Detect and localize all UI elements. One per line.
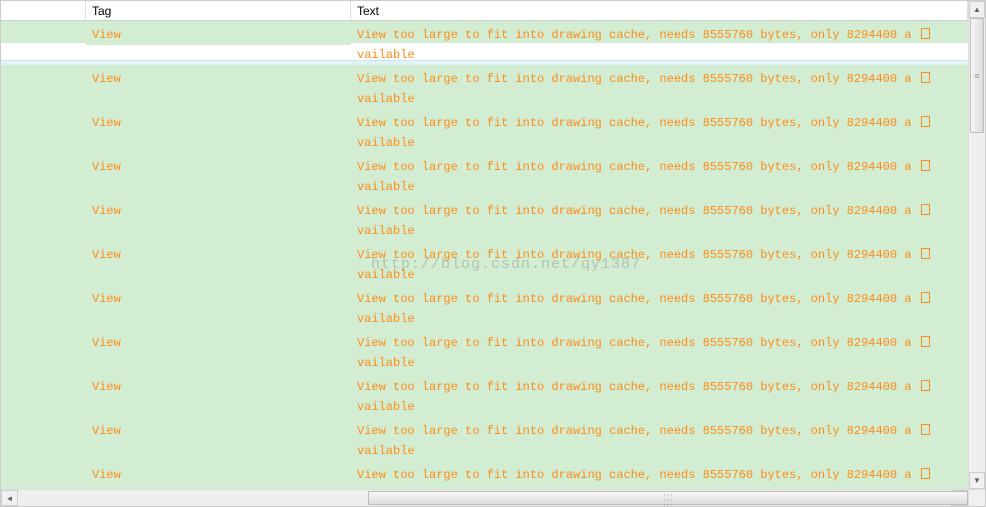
scrollbar-corner	[968, 490, 985, 506]
cell-spacer	[1, 461, 86, 489]
log-table-panel: Tag Text ViewView too large to fit into …	[0, 0, 986, 507]
cell-spacer	[1, 153, 86, 197]
unknown-glyph-icon	[921, 380, 930, 391]
cell-text: View too large to fit into drawing cache…	[351, 21, 968, 65]
unknown-glyph-icon	[921, 248, 930, 259]
cell-text: View too large to fit into drawing cache…	[351, 241, 968, 285]
cell-tag: View	[86, 329, 351, 373]
cell-spacer	[1, 21, 86, 25]
cell-text: View too large to fit into drawing cache…	[351, 285, 968, 329]
table-row[interactable]: ViewView too large to fit into drawing c…	[1, 65, 968, 109]
vertical-scrollbar[interactable]: ▲ ▼	[968, 1, 985, 489]
table-header-row: Tag Text	[1, 1, 968, 21]
column-header-text[interactable]: Text	[351, 1, 968, 20]
unknown-glyph-icon	[921, 204, 930, 215]
cell-tag: View	[86, 461, 351, 489]
cell-tag: View	[86, 285, 351, 329]
horizontal-scrollbar[interactable]: ◄ ►	[1, 489, 985, 506]
cell-text: View too large to fit into drawing cache…	[351, 329, 968, 373]
table-row[interactable]: ViewView too large to fit into drawing c…	[1, 197, 968, 241]
viewport: Tag Text ViewView too large to fit into …	[1, 1, 985, 489]
cell-spacer	[1, 373, 86, 417]
table-body: ViewView too large to fit into drawing c…	[1, 21, 968, 489]
unknown-glyph-icon	[921, 72, 930, 83]
column-header-spacer[interactable]	[1, 1, 86, 20]
cell-text: View too large to fit into drawing cache…	[351, 461, 968, 489]
scroll-down-button[interactable]: ▼	[969, 472, 985, 489]
table-row[interactable]: ViewView too large to fit into drawing c…	[1, 241, 968, 285]
scroll-left-button[interactable]: ◄	[1, 490, 18, 506]
table-row[interactable]: ViewView too large to fit into drawing c…	[1, 461, 968, 489]
vertical-scroll-track[interactable]	[969, 18, 985, 472]
cell-spacer	[1, 329, 86, 373]
column-header-tag[interactable]: Tag	[86, 1, 351, 20]
unknown-glyph-icon	[921, 160, 930, 171]
cell-text: View too large to fit into drawing cache…	[351, 109, 968, 153]
vertical-scroll-thumb[interactable]	[970, 18, 984, 133]
table-row[interactable]: ViewView too large to fit into drawing c…	[1, 373, 968, 417]
cell-spacer	[1, 241, 86, 285]
cell-tag: View	[86, 21, 351, 45]
cell-spacer	[1, 65, 86, 109]
cell-tag: View	[86, 153, 351, 197]
unknown-glyph-icon	[921, 424, 930, 435]
unknown-glyph-icon	[921, 336, 930, 347]
cell-tag: View	[86, 109, 351, 153]
cell-tag: View	[86, 417, 351, 461]
horizontal-scroll-track[interactable]	[18, 490, 951, 506]
scroll-up-button[interactable]: ▲	[969, 1, 985, 18]
cell-spacer	[1, 109, 86, 153]
table-area: Tag Text ViewView too large to fit into …	[1, 1, 968, 489]
table-row[interactable]: ViewView too large to fit into drawing c…	[1, 417, 968, 461]
cell-spacer	[1, 285, 86, 329]
unknown-glyph-icon	[921, 116, 930, 127]
cell-text: View too large to fit into drawing cache…	[351, 373, 968, 417]
table-row[interactable]: ViewView too large to fit into drawing c…	[1, 21, 968, 65]
horizontal-scroll-thumb[interactable]	[368, 491, 968, 505]
cell-text: View too large to fit into drawing cache…	[351, 65, 968, 109]
cell-tag: View	[86, 65, 351, 109]
cell-text: View too large to fit into drawing cache…	[351, 153, 968, 197]
cell-tag: View	[86, 373, 351, 417]
table-row[interactable]: ViewView too large to fit into drawing c…	[1, 329, 968, 373]
cell-tag: View	[86, 197, 351, 241]
cell-text: View too large to fit into drawing cache…	[351, 197, 968, 241]
cell-spacer	[1, 197, 86, 241]
unknown-glyph-icon	[921, 28, 930, 39]
cell-tag: View	[86, 241, 351, 285]
table-row[interactable]: ViewView too large to fit into drawing c…	[1, 153, 968, 197]
table-row[interactable]: ViewView too large to fit into drawing c…	[1, 109, 968, 153]
cell-spacer	[1, 417, 86, 461]
table-row[interactable]: ViewView too large to fit into drawing c…	[1, 285, 968, 329]
unknown-glyph-icon	[921, 292, 930, 303]
unknown-glyph-icon	[921, 468, 930, 479]
cell-text: View too large to fit into drawing cache…	[351, 417, 968, 461]
